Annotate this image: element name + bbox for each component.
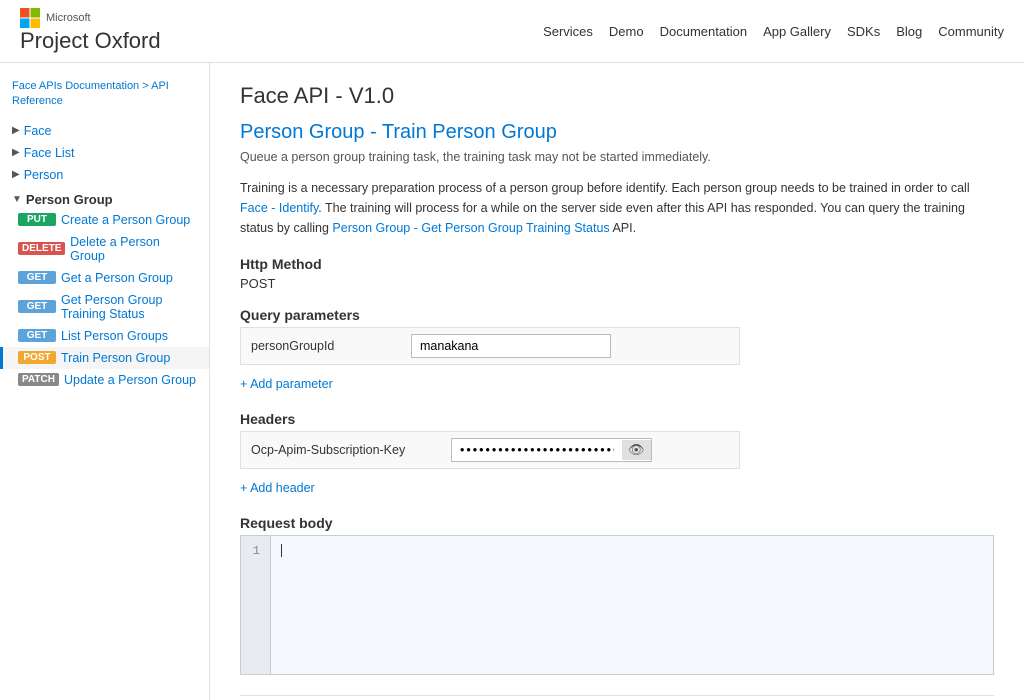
cursor <box>281 544 282 557</box>
sidebar-item-delete-person-group[interactable]: DELETE Delete a Person Group <box>0 231 209 267</box>
query-params-section: Query parameters personGroupId + Add par… <box>240 307 994 391</box>
toggle-visibility-button[interactable]: 👁 <box>622 440 651 460</box>
post-badge-train: POST <box>18 351 56 364</box>
header-row-subscription-key: Ocp-Apim-Subscription-Key 👁 <box>240 431 740 469</box>
request-body-section: Request body 1 <box>240 515 994 675</box>
main-content: Face API - V1.0 Person Group - Train Per… <box>210 63 1024 700</box>
header-input-wrap: 👁 <box>451 438 652 462</box>
sidebar-group-person-group-label: Person Group <box>26 192 113 207</box>
patch-badge-update: PATCH <box>18 373 59 386</box>
sidebar-breadcrumb: Face APIs Documentation > API Reference <box>0 73 209 120</box>
sidebar-item-face-list[interactable]: ▶ Face List <box>0 142 209 164</box>
http-method-value: POST <box>240 276 994 291</box>
sidebar-item-list-person-groups[interactable]: GET List Person Groups <box>0 325 209 347</box>
query-params-label: Query parameters <box>240 307 994 323</box>
top-nav: Services Demo Documentation App Gallery … <box>543 24 1004 39</box>
nav-sdks[interactable]: SDKs <box>847 24 880 39</box>
add-header-link[interactable]: + Add header <box>240 481 315 495</box>
code-area[interactable] <box>271 536 993 674</box>
description-text-1: Training is a necessary preparation proc… <box>240 181 970 195</box>
face-arrow-icon: ▶ <box>12 125 20 136</box>
param-name-label: personGroupId <box>251 339 411 353</box>
sidebar-item-train-person-group[interactable]: POST Train Person Group <box>0 347 209 369</box>
code-editor: 1 <box>240 535 994 675</box>
sidebar-item-get-person-group[interactable]: GET Get a Person Group <box>0 267 209 289</box>
train-person-group-label: Train Person Group <box>61 351 170 365</box>
description-text-3: API. <box>610 221 636 235</box>
nav-app-gallery[interactable]: App Gallery <box>763 24 831 39</box>
create-person-group-label: Create a Person Group <box>61 213 190 227</box>
sidebar-item-face-label: Face <box>24 124 52 138</box>
param-value-input[interactable] <box>411 334 611 358</box>
sidebar-item-person-label: Person <box>24 168 64 182</box>
layout: Face APIs Documentation > API Reference … <box>0 63 1024 700</box>
delete-person-group-label: Delete a Person Group <box>70 235 197 263</box>
sidebar-item-face-list-label: Face List <box>24 146 75 160</box>
person-arrow-icon: ▶ <box>12 169 20 180</box>
update-person-group-label: Update a Person Group <box>64 373 196 387</box>
get-badge-list: GET <box>18 329 56 342</box>
microsoft-logo-icon <box>20 8 40 28</box>
get-training-status-label: Get Person Group Training Status <box>61 293 197 321</box>
line-number-1: 1 <box>251 544 260 558</box>
param-row-person-group-id: personGroupId <box>240 327 740 365</box>
page-title: Face API - V1.0 <box>240 83 994 109</box>
sidebar-item-face[interactable]: ▶ Face <box>0 120 209 142</box>
header-value-input[interactable] <box>452 439 622 461</box>
headers-section: Headers Ocp-Apim-Subscription-Key 👁 + Ad… <box>240 411 994 495</box>
sidebar-item-person[interactable]: ▶ Person <box>0 164 209 186</box>
project-title: Project Oxford <box>20 28 161 54</box>
section-title: Person Group - Train Person Group <box>240 121 994 144</box>
delete-badge: DELETE <box>18 242 65 255</box>
topbar: Microsoft Project Oxford Services Demo D… <box>0 0 1024 63</box>
logo-top: Microsoft <box>20 8 161 28</box>
add-parameter-link[interactable]: + Add parameter <box>240 377 333 391</box>
sidebar-item-get-training-status[interactable]: GET Get Person Group Training Status <box>0 289 209 325</box>
subtitle: Queue a person group training task, the … <box>240 150 994 164</box>
request-url-section: Request URL <box>240 695 994 700</box>
ms-label: Microsoft <box>46 12 91 24</box>
face-list-arrow-icon: ▶ <box>12 147 20 158</box>
get-person-group-label: Get a Person Group <box>61 271 173 285</box>
nav-documentation[interactable]: Documentation <box>660 24 747 39</box>
http-method-label: Http Method <box>240 256 994 272</box>
nav-blog[interactable]: Blog <box>896 24 922 39</box>
description: Training is a necessary preparation proc… <box>240 178 994 238</box>
face-identify-link[interactable]: Face - Identify <box>240 201 318 215</box>
training-status-link[interactable]: Person Group - Get Person Group Training… <box>332 221 609 235</box>
nav-community[interactable]: Community <box>938 24 1004 39</box>
sidebar-group-person-group[interactable]: ▼ Person Group <box>0 186 209 209</box>
person-group-arrow-icon: ▼ <box>12 194 22 205</box>
headers-label: Headers <box>240 411 994 427</box>
line-numbers: 1 <box>241 536 271 674</box>
put-badge-create: PUT <box>18 213 56 226</box>
header-name-label: Ocp-Apim-Subscription-Key <box>251 443 451 457</box>
nav-services[interactable]: Services <box>543 24 593 39</box>
get-badge-get: GET <box>18 271 56 284</box>
request-body-label: Request body <box>240 515 994 531</box>
get-badge-training: GET <box>18 300 56 313</box>
nav-demo[interactable]: Demo <box>609 24 644 39</box>
sidebar-item-create-person-group[interactable]: PUT Create a Person Group <box>0 209 209 231</box>
sidebar-item-update-person-group[interactable]: PATCH Update a Person Group <box>0 369 209 391</box>
list-person-groups-label: List Person Groups <box>61 329 168 343</box>
sidebar: Face APIs Documentation > API Reference … <box>0 63 210 700</box>
logo-area: Microsoft Project Oxford <box>20 8 161 54</box>
